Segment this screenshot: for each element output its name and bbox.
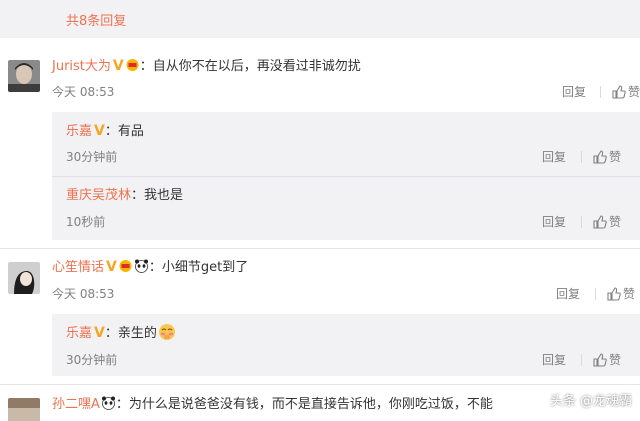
action-divider [581, 216, 582, 228]
reply-time: 30分钟前 [66, 150, 118, 164]
reply-button[interactable]: 回复 [562, 84, 586, 100]
reply-text: 亲生的 [117, 326, 157, 341]
username-link[interactable]: Jurist大为 [52, 59, 111, 74]
avatar[interactable] [8, 262, 40, 294]
reply-count-bar: 共8条回复 [0, 0, 640, 38]
action-divider [581, 354, 582, 366]
reply-button[interactable]: 回复 [542, 352, 566, 368]
like-button[interactable]: 赞 [593, 149, 621, 165]
thumbs-up-icon [612, 85, 626, 99]
action-divider [600, 86, 601, 98]
comment-divider [0, 248, 640, 249]
comment-text: 自从你不在以后，再没看过非诚勿扰 [152, 59, 361, 74]
comment-line: Jurist大为 V ：自从你不在以后，再没看过非诚勿扰 [52, 58, 361, 74]
action-divider [581, 151, 582, 163]
panda-emoji-icon [134, 259, 149, 273]
verified-v-icon: V [94, 325, 105, 341]
reply-time: 10秒前 [66, 215, 106, 229]
like-label: 赞 [609, 353, 622, 367]
reply-line: 乐嘉 V：有品 [66, 123, 144, 139]
like-button[interactable]: 赞 [612, 84, 640, 100]
comment-time: 今天 08:53 [52, 287, 115, 301]
reply-line: 重庆吴茂林：我也是 [66, 188, 184, 203]
member-crown-icon [125, 58, 140, 72]
verified-v-icon: V [94, 123, 105, 139]
blush-emoji-icon [158, 323, 176, 341]
reply-button[interactable]: 回复 [556, 286, 580, 302]
comment-line: 孙二嘿A ：为什么是说爸爸没有钱，而不是直接告诉他，你刚吃过饭，不能 [52, 396, 493, 412]
reply-line: 乐嘉 V：亲生的 [66, 323, 176, 343]
reply-button[interactable]: 回复 [542, 149, 566, 165]
username-link[interactable]: 乐嘉 [66, 124, 92, 139]
avatar[interactable] [8, 398, 40, 421]
like-label: 赞 [609, 150, 622, 164]
reply-button[interactable]: 回复 [542, 214, 566, 230]
toutiao-watermark: 头条 @龙魂霸 [549, 394, 632, 409]
thumbs-up-icon [593, 215, 607, 229]
action-divider [595, 288, 596, 300]
like-label: 赞 [623, 287, 636, 301]
username-link[interactable]: 重庆吴茂林 [66, 188, 131, 203]
comment-text: 小细节get到了 [161, 260, 249, 275]
reply-divider [52, 176, 640, 177]
like-label: 赞 [609, 215, 622, 229]
reply-text: 我也是 [144, 188, 184, 203]
reply-count-label[interactable]: 共8条回复 [66, 10, 126, 29]
avatar[interactable] [8, 60, 40, 92]
panda-emoji-icon [101, 396, 116, 410]
thumbs-up-icon [607, 287, 621, 301]
like-button[interactable]: 赞 [593, 352, 621, 368]
like-label: 赞 [628, 85, 640, 99]
username-link[interactable]: 心笙情话 [52, 260, 104, 275]
thumbs-up-icon [593, 353, 607, 367]
like-button[interactable]: 赞 [607, 286, 635, 302]
verified-v-icon: V [112, 58, 124, 74]
username-link[interactable]: 乐嘉 [66, 326, 92, 341]
comment-line: 心笙情话 V ：小细节get到了 [52, 259, 249, 275]
username-link[interactable]: 孙二嘿A [52, 397, 100, 412]
reply-time: 30分钟前 [66, 353, 118, 367]
comment-divider [0, 384, 640, 385]
comment-time: 今天 08:53 [52, 85, 115, 99]
comment-text: 为什么是说爸爸没有钱，而不是直接告诉他，你刚吃过饭，不能 [128, 397, 493, 412]
member-crown-icon [118, 259, 133, 273]
reply-text: 有品 [117, 124, 144, 139]
verified-v-icon: V [106, 259, 117, 275]
thumbs-up-icon [593, 150, 607, 164]
like-button[interactable]: 赞 [593, 214, 621, 230]
